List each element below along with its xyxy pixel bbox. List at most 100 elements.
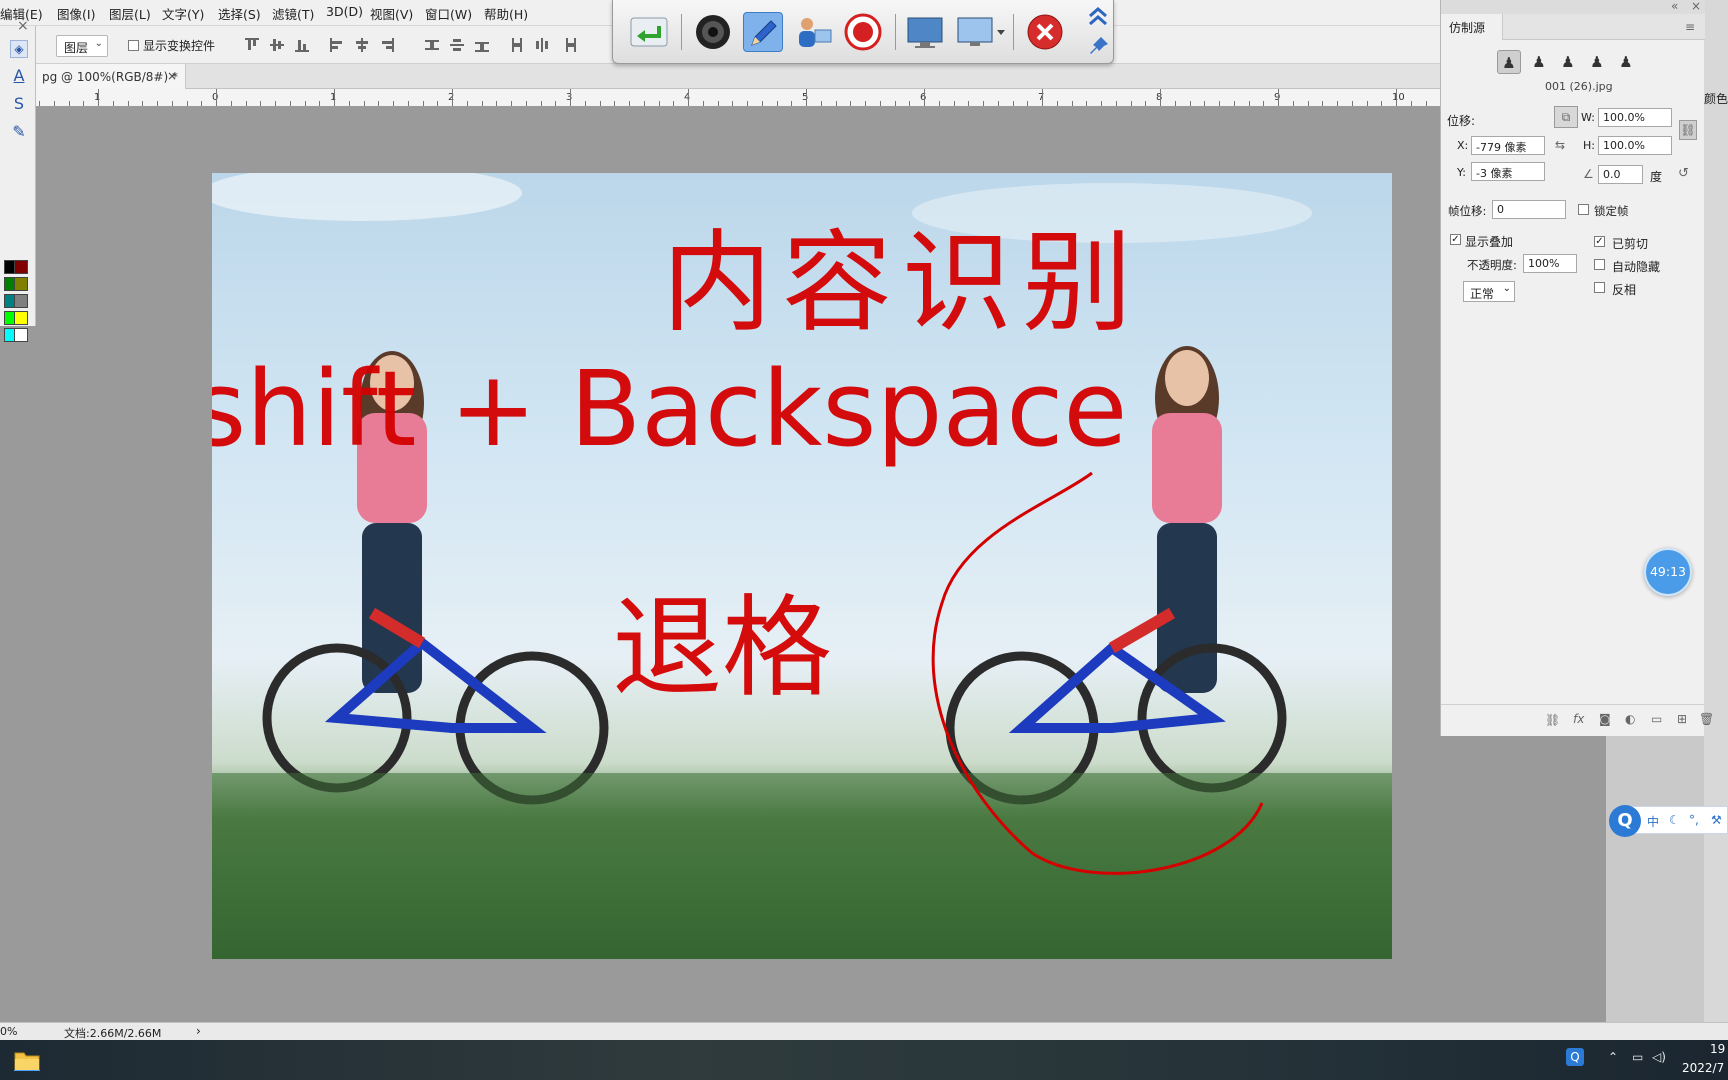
network-icon[interactable]: ▭ <box>1632 1050 1643 1064</box>
clock-date[interactable]: 2022/7 <box>1682 1061 1724 1075</box>
align-hcenter-icon[interactable] <box>355 38 369 52</box>
screen-select-icon[interactable] <box>955 12 1007 52</box>
height-field[interactable]: 100.0% <box>1598 136 1672 155</box>
menu-select[interactable]: 选择(S) <box>218 4 261 23</box>
link-icon[interactable]: ⛓ <box>1679 120 1697 140</box>
color-swatch[interactable] <box>14 294 28 308</box>
ruler-tick <box>348 101 350 106</box>
clone-source-2-icon[interactable]: ♟ <box>1527 50 1551 74</box>
wrench-icon[interactable]: ⚒ <box>1711 813 1722 827</box>
close-icon[interactable]: × <box>1691 0 1701 13</box>
document-tab[interactable]: pg @ 100%(RGB/8#) * × <box>36 64 186 89</box>
invert-checkbox[interactable] <box>1594 282 1605 293</box>
menu-layer[interactable]: 图层(L) <box>109 4 151 23</box>
width-field[interactable]: 100.0% <box>1598 108 1672 127</box>
align-left-icon[interactable] <box>330 38 344 52</box>
y-offset-field[interactable]: -3 像素 <box>1471 162 1545 181</box>
color-swatch[interactable] <box>14 260 28 274</box>
clone-source-1-icon[interactable]: ♟ <box>1497 50 1521 74</box>
ruler-tick <box>127 101 129 106</box>
link-layers-icon[interactable]: ⛓ <box>1545 713 1560 727</box>
distribute-bottom-icon[interactable] <box>475 38 489 52</box>
menu-view[interactable]: 视图(V) <box>370 4 413 23</box>
flip-horizontal-icon[interactable]: ⇆ <box>1555 138 1565 152</box>
recording-timer[interactable]: 49:13 <box>1644 548 1692 596</box>
x-offset-field[interactable]: -779 像素 <box>1471 136 1545 155</box>
moon-icon[interactable]: ☾ <box>1669 813 1680 827</box>
clipped-checkbox[interactable]: ✓ <box>1594 236 1605 247</box>
angle-field[interactable]: 0.0 <box>1598 165 1643 184</box>
record-icon[interactable] <box>843 12 883 52</box>
close-icon[interactable]: × <box>167 69 177 83</box>
menu-type[interactable]: 文字(Y) <box>162 4 204 23</box>
distribute-vcenter-icon[interactable] <box>450 38 464 52</box>
presenter-icon[interactable] <box>793 12 833 52</box>
trash-icon[interactable]: 🗑 <box>1699 712 1714 726</box>
menu-filter[interactable]: 滤镜(T) <box>272 4 314 23</box>
adjustment-icon[interactable]: ◐ <box>1625 712 1635 726</box>
lock-frame-checkbox[interactable] <box>1578 204 1589 215</box>
menu-window[interactable]: 窗口(W) <box>425 4 472 23</box>
show-overlay-checkbox[interactable]: ✓ <box>1450 234 1461 245</box>
align-top-icon[interactable] <box>245 38 259 52</box>
menu-3d[interactable]: 3D(D) <box>326 4 363 19</box>
auto-select-dropdown[interactable]: 图层 ⌄ <box>56 35 108 57</box>
mask-icon[interactable]: ◙ <box>1599 712 1611 726</box>
ime-logo-icon[interactable]: Q <box>1609 805 1641 837</box>
align-bottom-icon[interactable] <box>295 38 309 52</box>
punctuation-icon[interactable]: °, <box>1689 813 1699 827</box>
ruler-tick <box>142 101 144 106</box>
distribute-right-icon[interactable] <box>562 38 576 52</box>
menu-help[interactable]: 帮助(H) <box>484 4 528 23</box>
pin-icon[interactable] <box>1087 34 1111 58</box>
fullscreen-icon[interactable] <box>905 12 945 52</box>
volume-icon[interactable]: ◁) <box>1652 1050 1666 1064</box>
color-swatch[interactable] <box>14 277 28 291</box>
blend-mode-select[interactable]: 正常 ⌄ <box>1463 281 1515 302</box>
clock-time[interactable]: 19 <box>1710 1042 1725 1056</box>
double-chevron-up-icon[interactable] <box>1085 4 1111 28</box>
tab-clone-source[interactable]: 仿制源 <box>1441 14 1503 40</box>
ruler-tick <box>186 101 188 106</box>
folder-icon[interactable]: ▭ <box>1651 712 1662 726</box>
brush-preset-icon[interactable]: ◈ <box>10 40 28 58</box>
chevron-up-icon[interactable]: ⌃ <box>1608 1050 1618 1064</box>
clone-source-3-icon[interactable]: ♟ <box>1556 50 1580 74</box>
canvas-image[interactable]: 内容识别 shift + Backspace 退格 <box>212 173 1392 959</box>
panel-menu-icon[interactable]: ≡ <box>1685 20 1695 34</box>
auto-hide-checkbox[interactable] <box>1594 259 1605 270</box>
distribute-hcenter-icon[interactable] <box>535 38 549 52</box>
new-layer-icon[interactable]: ⊞ <box>1677 712 1687 726</box>
color-panel-label[interactable]: 颜色 <box>1704 90 1728 107</box>
chevron-right-icon[interactable]: › <box>196 1024 201 1038</box>
clone-source-5-icon[interactable]: ♟ <box>1614 50 1638 74</box>
align-right-icon[interactable] <box>380 38 394 52</box>
menu-image[interactable]: 图像(I) <box>57 4 95 23</box>
ime-mode-toggle[interactable]: 中 <box>1647 813 1659 830</box>
fx-icon[interactable]: fx <box>1573 712 1584 726</box>
camera-lens-icon[interactable] <box>693 12 733 52</box>
reset-rotation-icon[interactable]: ↺ <box>1678 166 1689 181</box>
distribute-top-icon[interactable] <box>425 38 439 52</box>
reset-transform-icon[interactable]: ⧉ <box>1554 106 1578 128</box>
pen-icon[interactable] <box>743 12 783 52</box>
color-swatch[interactable] <box>14 311 28 325</box>
color-swatch[interactable] <box>14 328 28 342</box>
close-icon[interactable] <box>1025 12 1065 52</box>
qq-tray-icon[interactable]: Q <box>1566 1048 1584 1066</box>
clone-source-4-icon[interactable]: ♟ <box>1585 50 1609 74</box>
file-explorer-icon[interactable] <box>14 1049 40 1071</box>
opacity-field[interactable]: 100% <box>1523 254 1577 273</box>
frame-offset-field[interactable]: 0 <box>1492 200 1566 219</box>
close-icon[interactable]: × <box>17 18 29 34</box>
collapse-icon[interactable]: « <box>1671 0 1678 13</box>
align-vcenter-icon[interactable] <box>270 38 284 52</box>
distribute-left-icon[interactable] <box>510 38 524 52</box>
zoom-level[interactable]: 0% <box>0 1025 17 1038</box>
curve-tool-icon[interactable]: S <box>10 94 28 113</box>
text-tool-icon[interactable]: A <box>10 66 28 85</box>
show-transform-checkbox[interactable] <box>128 40 139 51</box>
return-icon[interactable] <box>629 12 669 52</box>
ruler-tick <box>1042 89 1043 106</box>
edit-shape-icon[interactable]: ✎ <box>10 122 28 141</box>
